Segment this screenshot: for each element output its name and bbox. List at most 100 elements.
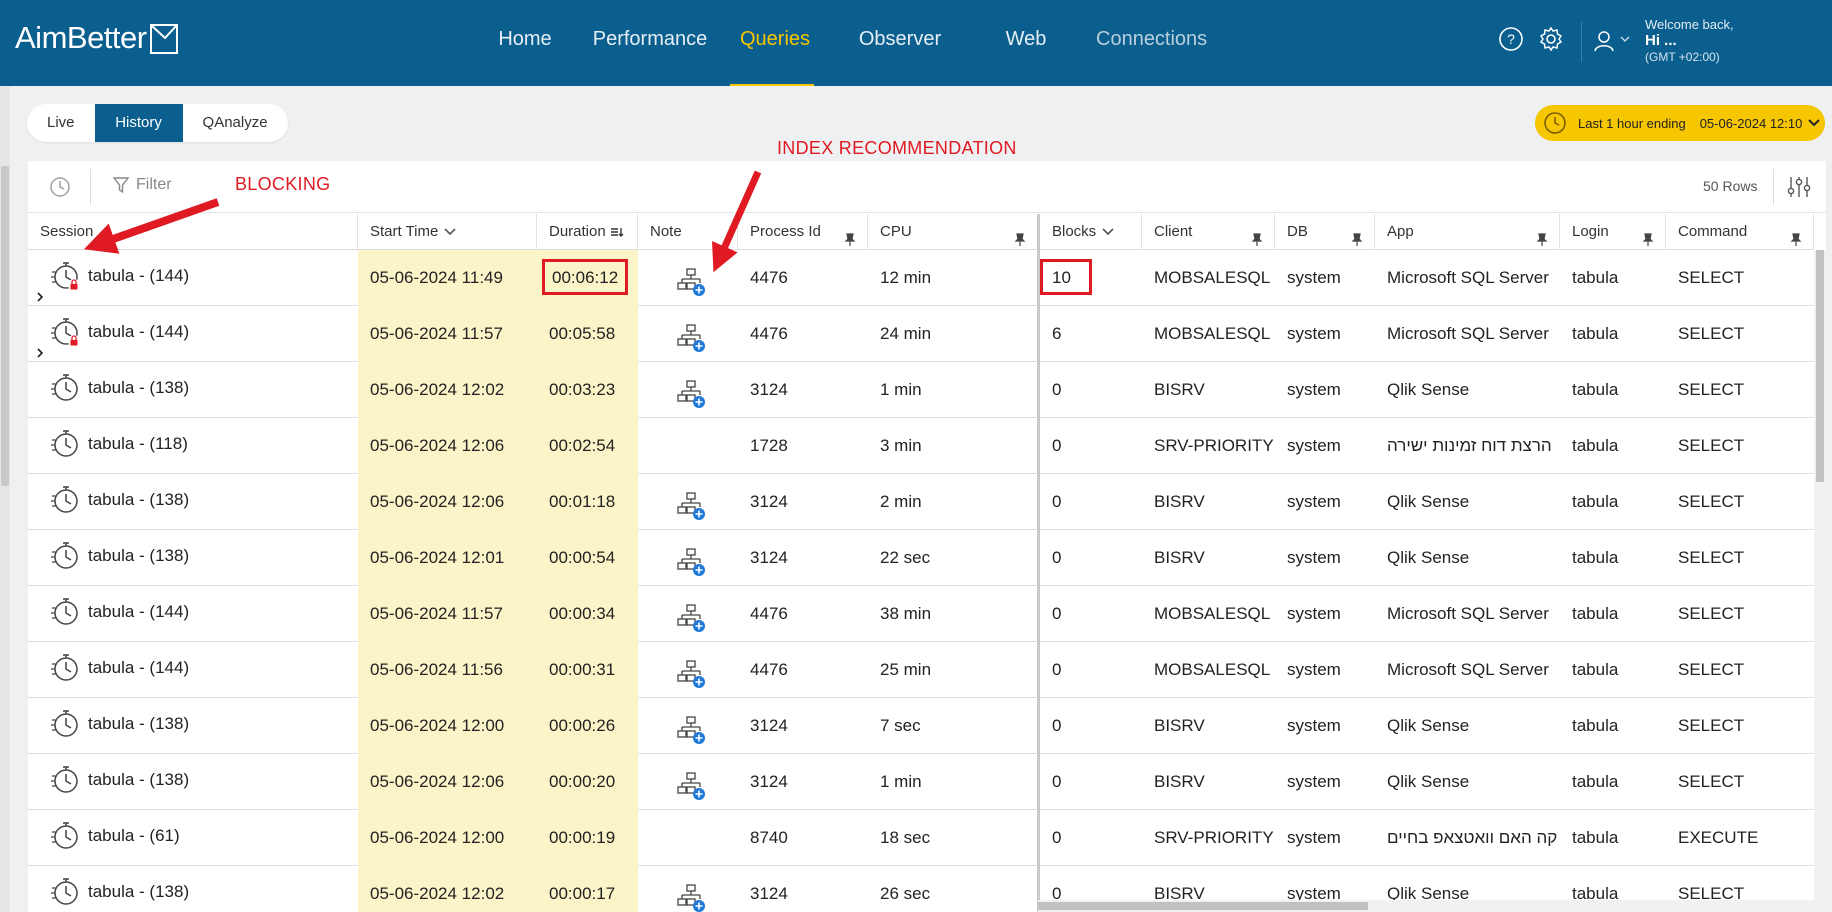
nav-item-home[interactable]: Home bbox=[486, 0, 564, 86]
nav-item-connections[interactable]: Connections bbox=[1086, 0, 1214, 86]
column-header-app[interactable]: App bbox=[1375, 214, 1560, 250]
session-name[interactable]: tabula - (138) bbox=[88, 362, 189, 414]
pin-column-icon[interactable] bbox=[1013, 225, 1027, 246]
table-row[interactable]: tabula - (61) 05-06-2024 12:00 00:00:19 874… bbox=[28, 810, 1814, 866]
pin-column-icon[interactable] bbox=[1535, 225, 1549, 246]
table-row[interactable]: tabula - (138) 05-06-2024 12:00 00:00:26 3… bbox=[28, 698, 1814, 754]
table-row[interactable]: tabula - (144) 05-06-2024 11:56 00:00:31 4… bbox=[28, 642, 1814, 698]
index-recommendation-icon[interactable] bbox=[676, 880, 706, 912]
column-header-note[interactable]: Note bbox=[638, 214, 738, 250]
mode-tab-qanalyze[interactable]: QAnalyze bbox=[183, 104, 288, 142]
settings-gear-icon[interactable] bbox=[1538, 26, 1564, 52]
expand-row-chevron-icon[interactable] bbox=[36, 326, 44, 362]
table-row[interactable]: tabula - (138) 05-06-2024 12:02 00:03:23 3… bbox=[28, 362, 1814, 418]
index-recommendation-icon[interactable] bbox=[676, 488, 706, 520]
nav-item-queries[interactable]: Queries bbox=[730, 0, 814, 86]
table-row[interactable]: tabula - (118) 05-06-2024 12:06 00:02:54 17… bbox=[28, 418, 1814, 474]
pin-column-icon[interactable] bbox=[1350, 225, 1364, 246]
column-header-session[interactable]: Session bbox=[28, 214, 358, 250]
help-icon[interactable]: ? bbox=[1498, 26, 1524, 52]
pin-column-icon[interactable] bbox=[1250, 225, 1264, 246]
user-chevron-down-icon[interactable] bbox=[1620, 34, 1630, 44]
cell-cpu: 26 sec bbox=[880, 884, 931, 903]
table-row[interactable]: tabula - (144) 05-06-2024 11:49 00:06:12 4… bbox=[28, 250, 1814, 306]
pin-column-icon[interactable] bbox=[843, 225, 857, 246]
cell-session: tabula - (144) bbox=[28, 642, 358, 698]
cell-start: 05-06-2024 12:00 bbox=[358, 698, 537, 754]
index-recommendation-icon[interactable] bbox=[676, 264, 706, 296]
column-header-db[interactable]: DB bbox=[1275, 214, 1375, 250]
session-name[interactable]: tabula - (144) bbox=[88, 250, 189, 302]
time-range-picker[interactable]: Last 1 hour ending 05-06-2024 12:10 bbox=[1535, 105, 1825, 141]
left-scrollbar-thumb[interactable] bbox=[1, 166, 9, 486]
mode-tab-live[interactable]: Live bbox=[27, 104, 95, 142]
table-row[interactable]: tabula - (138) 05-06-2024 12:01 00:00:54 3… bbox=[28, 530, 1814, 586]
cell-pid: 3124 bbox=[750, 772, 788, 791]
column-header-cpu[interactable]: CPU bbox=[868, 214, 1038, 250]
nav-item-observer[interactable]: Observer bbox=[848, 0, 952, 86]
horizontal-scrollbar-thumb[interactable] bbox=[1038, 902, 1368, 910]
highlighted-blocks: 10 bbox=[1040, 259, 1092, 295]
cell-duration: 00:00:34 bbox=[537, 586, 638, 642]
index-recommendation-icon[interactable] bbox=[676, 320, 706, 352]
aimbetter-logo[interactable]: AimBetter bbox=[15, 20, 179, 56]
cell-cpu: 25 min bbox=[880, 660, 932, 679]
session-name[interactable]: tabula - (138) bbox=[88, 698, 189, 750]
cell-pid: 3124 bbox=[750, 884, 788, 903]
session-name[interactable]: tabula - (138) bbox=[88, 474, 189, 526]
cell-db: system bbox=[1287, 380, 1341, 399]
horizontal-scrollbar[interactable] bbox=[1038, 900, 1814, 912]
index-recommendation-icon[interactable] bbox=[676, 376, 706, 408]
expand-row-chevron-icon[interactable] bbox=[36, 270, 44, 306]
table-row[interactable]: tabula - (144) 05-06-2024 11:57 00:00:34 4… bbox=[28, 586, 1814, 642]
column-header-duration[interactable]: Duration bbox=[537, 214, 638, 250]
column-header-process-id[interactable]: Process Id bbox=[738, 214, 868, 250]
user-avatar-icon[interactable] bbox=[1591, 28, 1617, 54]
filter-funnel-icon bbox=[112, 177, 130, 194]
column-header-client[interactable]: Client bbox=[1142, 214, 1275, 250]
column-header-login[interactable]: Login bbox=[1560, 214, 1666, 250]
session-name[interactable]: tabula - (61) bbox=[88, 810, 180, 862]
sort-chevron-icon[interactable] bbox=[1096, 223, 1114, 240]
cell-command: SELECT bbox=[1678, 716, 1745, 735]
sort-descending-icon[interactable] bbox=[606, 223, 624, 240]
stopwatch-icon bbox=[50, 538, 82, 572]
session-name[interactable]: tabula - (138) bbox=[88, 866, 189, 912]
cell-login: tabula bbox=[1572, 492, 1619, 511]
annotation-index-recommendation: INDEX RECOMMENDATION bbox=[777, 138, 1017, 158]
pin-column-icon[interactable] bbox=[1789, 225, 1803, 246]
stopwatch-blocking-lock-icon bbox=[50, 314, 82, 348]
index-recommendation-icon[interactable] bbox=[676, 712, 706, 744]
column-header-command[interactable]: Command bbox=[1666, 214, 1814, 250]
table-row[interactable]: tabula - (138) 05-06-2024 12:06 00:00:20 3… bbox=[28, 754, 1814, 810]
mode-switch: Live History QAnalyze bbox=[27, 104, 288, 142]
filter-input[interactable]: Filter bbox=[112, 176, 172, 194]
vertical-scrollbar[interactable] bbox=[1814, 250, 1826, 912]
cell-db: system bbox=[1287, 604, 1341, 623]
session-name[interactable]: tabula - (144) bbox=[88, 306, 189, 358]
session-name[interactable]: tabula - (118) bbox=[88, 418, 188, 470]
table-row[interactable]: tabula - (144) 05-06-2024 11:57 00:05:58 4… bbox=[28, 306, 1814, 362]
index-recommendation-icon[interactable] bbox=[676, 768, 706, 800]
index-recommendation-icon[interactable] bbox=[676, 656, 706, 688]
history-icon[interactable] bbox=[48, 175, 72, 199]
cell-app: Microsoft SQL Server bbox=[1387, 660, 1549, 679]
index-recommendation-icon[interactable] bbox=[676, 544, 706, 576]
nav-item-web[interactable]: Web bbox=[992, 0, 1060, 86]
session-name[interactable]: tabula - (138) bbox=[88, 530, 189, 582]
sort-chevron-icon[interactable] bbox=[438, 223, 456, 240]
cell-cpu: 2 min bbox=[880, 492, 922, 511]
index-recommendation-icon[interactable] bbox=[676, 600, 706, 632]
vertical-scrollbar-thumb[interactable] bbox=[1816, 250, 1824, 482]
mode-tab-history[interactable]: History bbox=[94, 104, 183, 142]
column-settings-sliders-icon[interactable] bbox=[1786, 174, 1812, 200]
pin-column-icon[interactable] bbox=[1641, 225, 1655, 246]
session-name[interactable]: tabula - (138) bbox=[88, 754, 189, 806]
session-name[interactable]: tabula - (144) bbox=[88, 642, 189, 694]
column-header-blocks[interactable]: Blocks bbox=[1040, 214, 1142, 250]
session-name[interactable]: tabula - (144) bbox=[88, 586, 189, 638]
column-header-start-time[interactable]: Start Time bbox=[358, 214, 537, 250]
table-row[interactable]: tabula - (138) 05-06-2024 12:06 00:01:18 3… bbox=[28, 474, 1814, 530]
cell-start: 05-06-2024 11:57 bbox=[358, 306, 537, 362]
nav-item-performance[interactable]: Performance bbox=[582, 0, 718, 86]
